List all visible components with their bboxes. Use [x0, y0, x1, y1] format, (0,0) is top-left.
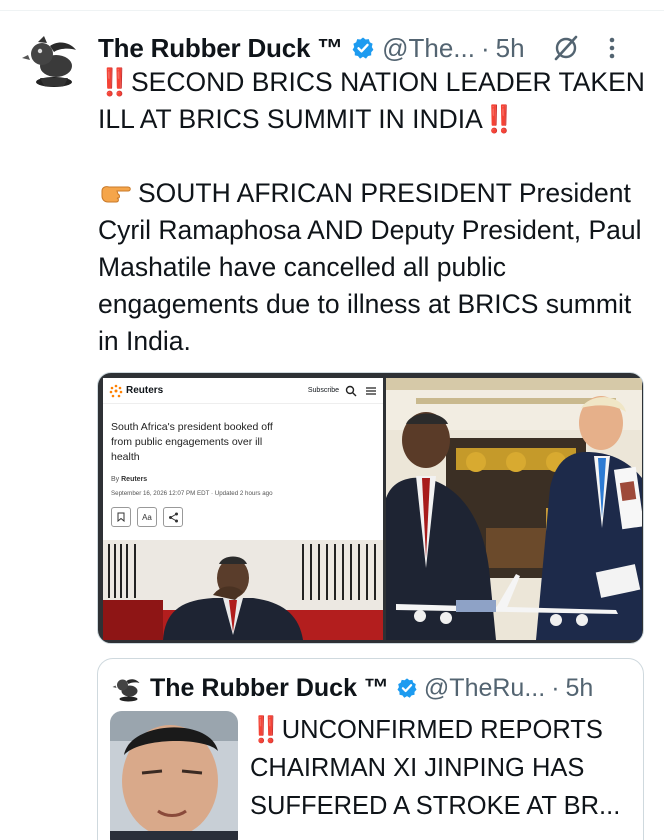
backhand-pointing-right-icon	[101, 186, 131, 203]
quoted-avatar[interactable]	[111, 675, 143, 703]
bookmark-icon	[111, 507, 131, 527]
grok-icon[interactable]	[553, 35, 579, 61]
reuters-photo-ramaphosa	[103, 540, 383, 640]
headline-text: SECOND BRICS NATION LEADER TAKEN ILL AT …	[98, 67, 645, 134]
quoted-tweet[interactable]: The Rubber Duck ™ @TheRu... · 5h ‼️UNCON…	[97, 658, 644, 840]
font-size-button: Aa	[137, 507, 157, 527]
quoted-handle[interactable]: @TheRu...	[424, 674, 545, 703]
search-icon	[345, 385, 357, 396]
reuters-byline: By Reuters	[111, 476, 148, 483]
verified-badge-icon	[397, 678, 417, 698]
display-name[interactable]: The Rubber Duck ™	[98, 33, 343, 64]
double-exclamation-emoji: ‼️	[98, 67, 131, 97]
verified-badge-icon	[352, 37, 374, 59]
tweet-headline: ‼️SECOND BRICS NATION LEADER TAKEN ILL A…	[98, 64, 650, 138]
tweet-header: The Rubber Duck ™ @The... · 5h	[98, 31, 646, 65]
reuters-tools: Aa	[111, 507, 183, 527]
reuters-logo-icon	[109, 384, 123, 397]
menu-icon	[366, 386, 376, 395]
quoted-text-body: UNCONFIRMED REPORTS CHAIRMAN XI JINPING …	[250, 716, 621, 820]
reuters-logo: Reuters	[109, 384, 163, 398]
tweet-media[interactable]: Reuters Subscribe South Africa's preside…	[97, 372, 644, 644]
handle[interactable]: @The...	[382, 33, 475, 64]
more-icon[interactable]	[609, 37, 615, 59]
reuters-date: September 16, 2026 12:07 PM EDT · Update…	[111, 490, 273, 497]
quoted-text: ‼️UNCONFIRMED REPORTS CHAIRMAN XI JINPIN…	[250, 711, 640, 825]
separator-dot: ·	[551, 673, 560, 702]
quoted-header: The Rubber Duck ™ @TheRu... · 5h	[150, 671, 633, 705]
double-exclamation-emoji: ‼️	[482, 104, 516, 134]
quoted-timestamp[interactable]: 5h	[566, 674, 594, 703]
share-icon	[163, 507, 183, 527]
tweet-body: SOUTH AFRICAN PRESIDENT President Cyril …	[98, 175, 650, 360]
top-divider	[0, 10, 664, 11]
quoted-thumbnail	[110, 711, 238, 840]
tweet-text: ‼️SECOND BRICS NATION LEADER TAKEN ILL A…	[98, 64, 650, 360]
avatar[interactable]	[20, 34, 82, 90]
quoted-display-name[interactable]: The Rubber Duck ™	[150, 674, 389, 703]
double-exclamation-emoji: ‼️	[250, 716, 282, 744]
oval-office-photo	[386, 378, 642, 640]
reuters-article-screenshot[interactable]: Reuters Subscribe South Africa's preside…	[103, 378, 383, 640]
reuters-subscribe: Subscribe	[307, 387, 339, 394]
separator-dot: ·	[480, 32, 490, 63]
reuters-headline: South Africa's president booked off from…	[111, 421, 273, 463]
timestamp[interactable]: 5h	[496, 33, 525, 64]
body-text: SOUTH AFRICAN PRESIDENT President Cyril …	[98, 178, 642, 356]
reuters-header: Reuters Subscribe	[103, 378, 383, 404]
